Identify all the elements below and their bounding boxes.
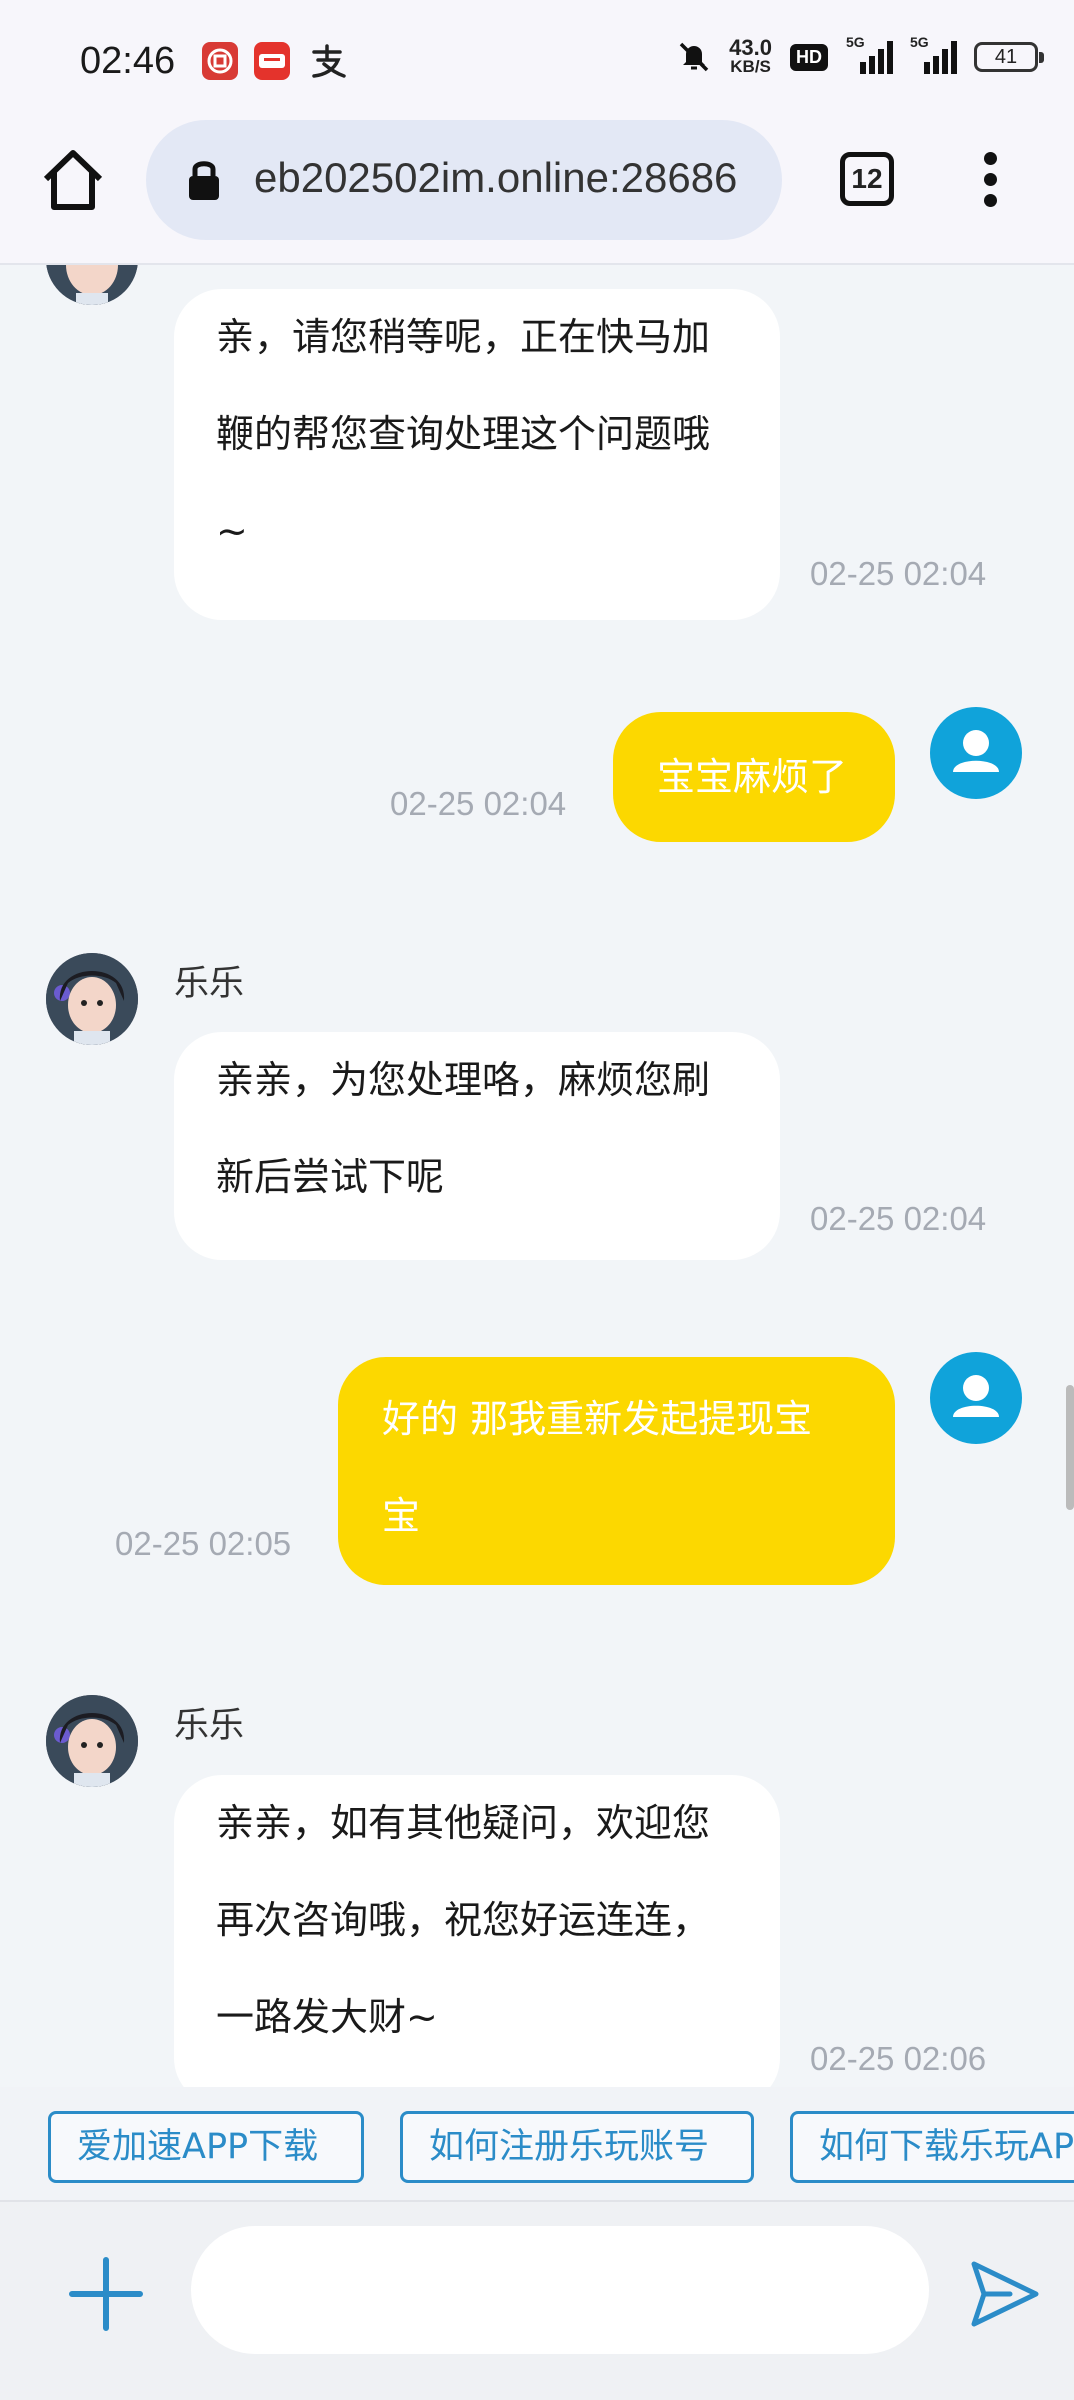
lock-icon — [189, 161, 219, 200]
user-avatar — [930, 1352, 1022, 1444]
signal-icon: 5G — [846, 34, 893, 74]
message-time: 02-25 02:04 — [810, 1200, 987, 1237]
mute-icon — [679, 42, 709, 72]
bank-app-icon — [202, 42, 238, 80]
user-message: 好的 那我重新发起提现宝 宝 — [338, 1357, 895, 1585]
hd-badge: HD — [790, 43, 828, 71]
scrollbar[interactable] — [1066, 1385, 1074, 1510]
status-indicators: 43.0 KB/S HD 5G 5G 41 — [677, 34, 1044, 77]
chat-area: 亲，请您稍等呢，正在快马加 鞭的帮您查询处理这个问题哦 ~ 02-25 02:0… — [0, 265, 1074, 2087]
signal-icon: 5G — [910, 34, 957, 74]
home-icon[interactable] — [38, 145, 108, 215]
agent-avatar — [46, 1695, 138, 1787]
quick-link-download-lewan[interactable]: 如何下载乐玩APP — [790, 2111, 1074, 2183]
message-input[interactable] — [191, 2226, 929, 2354]
status-time: 02:46 — [80, 40, 176, 82]
message-time: 02-25 02:06 — [810, 2040, 987, 2077]
agent-message: 亲亲，为您处理咯，麻烦您刷 新后尝试下呢 — [174, 1032, 780, 1260]
composer — [0, 2202, 1074, 2400]
quick-link-register[interactable]: 如何注册乐玩账号 — [400, 2111, 754, 2183]
url-bar[interactable]: eb202502im.online:28686 — [146, 120, 782, 240]
message-time: 02-25 02:04 — [810, 555, 987, 592]
battery-icon: 41 — [974, 42, 1044, 72]
send-icon[interactable] — [964, 2254, 1044, 2334]
alipay-icon — [308, 42, 346, 80]
message-time: 02-25 02:04 — [390, 785, 567, 822]
quick-link-download-app[interactable]: 爱加速APP下载 — [48, 2111, 364, 2183]
more-menu-icon[interactable] — [978, 152, 1002, 208]
user-icon — [953, 730, 999, 772]
agent-name: 乐乐 — [174, 1706, 245, 1746]
user-message: 宝宝麻烦了 — [613, 712, 895, 842]
url-text[interactable]: eb202502im.online:28686 — [254, 154, 737, 202]
user-avatar — [930, 707, 1022, 799]
agent-avatar — [46, 953, 138, 1045]
user-icon — [953, 1375, 999, 1417]
agent-message: 亲亲，如有其他疑问，欢迎您 再次咨询哦，祝您好运连连， 一路发大财~ — [174, 1775, 780, 2087]
plus-icon[interactable] — [66, 2254, 146, 2334]
agent-name: 乐乐 — [174, 964, 245, 1004]
pay-app-icon — [254, 42, 290, 80]
net-speed: 43.0 KB/S — [729, 35, 772, 77]
message-time: 02-25 02:05 — [115, 1525, 292, 1562]
agent-avatar — [46, 265, 138, 305]
agent-message: 亲，请您稍等呢，正在快马加 鞭的帮您查询处理这个问题哦 ~ — [174, 289, 780, 620]
browser-chrome: 02:46 43.0 KB/S HD 5G 5G 41 eb202502im.on… — [0, 0, 1074, 265]
quick-links-bar: 爱加速APP下载 如何注册乐玩账号 如何下载乐玩APP — [0, 2087, 1074, 2202]
tab-switcher-button[interactable]: 12 — [840, 152, 894, 206]
